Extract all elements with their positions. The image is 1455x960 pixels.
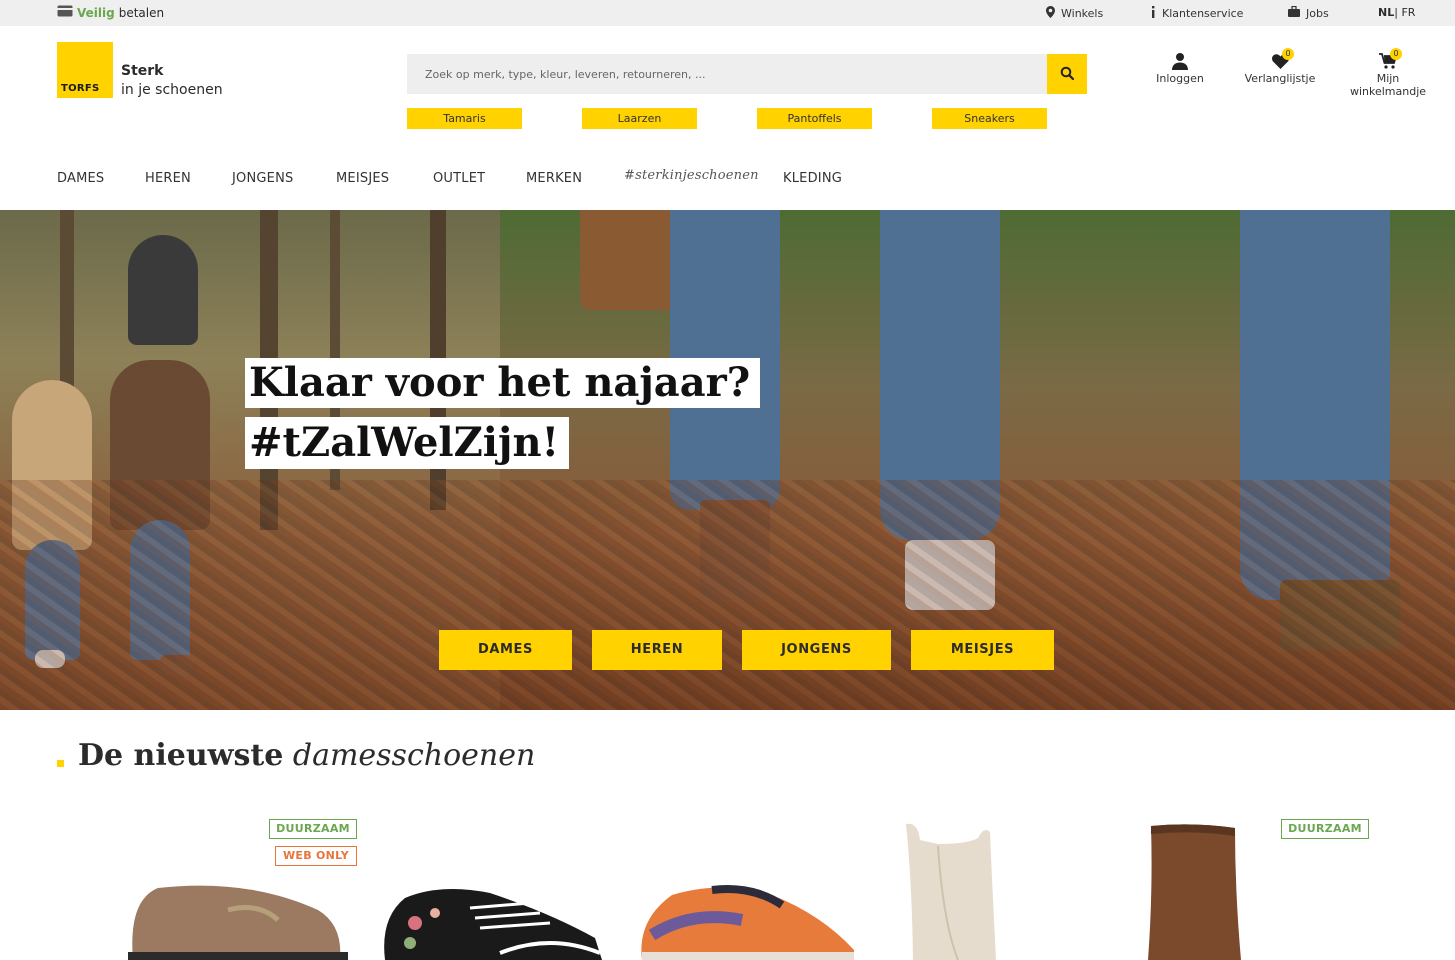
secure-payment-notice: Veilig betalen xyxy=(57,5,164,20)
customer-service-link[interactable]: Klantenservice xyxy=(1150,6,1243,21)
nav-item-kleding[interactable]: KLEDING xyxy=(783,171,842,186)
quick-link-tamaris[interactable]: Tamaris xyxy=(407,108,522,129)
lang-separator: | xyxy=(1394,6,1398,19)
product-chelsea-boot-beige-image[interactable] xyxy=(898,822,1008,960)
secure-word: Veilig xyxy=(77,5,115,20)
search-button[interactable] xyxy=(1047,54,1087,94)
jobs-label: Jobs xyxy=(1306,6,1329,20)
nav-item-sterkinjeschoenen[interactable]: #sterkinjeschoenen xyxy=(624,168,759,183)
card-icon xyxy=(57,5,73,20)
section-title-italic: damesschoenen xyxy=(292,738,536,773)
payment-word: betalen xyxy=(118,5,165,20)
nav-item-jongens[interactable]: JONGENS xyxy=(232,171,293,186)
quick-link-laarzen[interactable]: Laarzen xyxy=(582,108,697,129)
cart-icon: 0 xyxy=(1338,48,1438,72)
section-accent-square xyxy=(57,760,64,767)
product-sneaker-floral-image[interactable] xyxy=(380,883,605,960)
stores-link[interactable]: Winkels xyxy=(1046,6,1103,21)
hero-leaves-ground xyxy=(0,480,1455,710)
product-ankle-boot-brown-image[interactable] xyxy=(1143,822,1243,960)
section-title-bold: De nieuwste xyxy=(78,738,284,773)
language-switcher: NL| FR xyxy=(1378,6,1415,19)
nav-item-meisjes[interactable]: MEISJES xyxy=(336,171,389,186)
info-icon xyxy=(1150,6,1156,21)
briefcase-icon xyxy=(1288,5,1300,20)
tagline: Sterk in je schoenen xyxy=(121,62,223,100)
hero-button-heren[interactable]: HEREN xyxy=(592,630,722,670)
section-title: De nieuwste damesschoenen xyxy=(78,738,535,773)
search-input[interactable] xyxy=(407,54,1047,94)
nav-item-outlet[interactable]: OUTLET xyxy=(433,171,485,186)
login-button[interactable]: Inloggen xyxy=(1152,50,1208,85)
badge-duurzaam: DUURZAAM xyxy=(269,819,357,839)
product-sneaker-orange-image[interactable] xyxy=(632,880,857,960)
product-loafer-image[interactable] xyxy=(128,880,358,960)
hero-button-dames[interactable]: DAMES xyxy=(439,630,572,670)
quick-link-pantoffels[interactable]: Pantoffels xyxy=(757,108,872,129)
cart-count-badge: 0 xyxy=(1390,48,1402,60)
stores-link-label: Winkels xyxy=(1061,7,1104,20)
wishlist-count-badge: 0 xyxy=(1282,48,1294,60)
hero-headline-line1: Klaar voor het najaar? xyxy=(245,358,761,408)
hero-button-meisjes[interactable]: MEISJES xyxy=(911,630,1054,670)
hero-headline-line2: #tZalWelZijn! xyxy=(245,417,570,469)
user-icon xyxy=(1152,50,1208,72)
quick-link-sneakers[interactable]: Sneakers xyxy=(932,108,1047,129)
top-utility-bar: Veilig betalen Winkels Klantenservice Jo… xyxy=(0,0,1455,26)
wishlist-label: Verlanglijstje xyxy=(1244,72,1316,85)
badge-duurzaam: DUURZAAM xyxy=(1281,819,1369,839)
wishlist-button[interactable]: 0 Verlanglijstje xyxy=(1242,48,1318,85)
cart-label: Mijn winkelmandje xyxy=(1349,72,1427,98)
lang-fr[interactable]: FR xyxy=(1401,6,1415,19)
login-label: Inloggen xyxy=(1156,72,1204,85)
jobs-link[interactable]: Jobs xyxy=(1288,5,1329,20)
map-pin-icon xyxy=(1046,6,1055,21)
torfs-logo[interactable]: TORFS xyxy=(57,42,113,98)
customer-service-label: Klantenservice xyxy=(1162,7,1244,20)
logo-text: TORFS xyxy=(61,83,100,94)
nav-item-merken[interactable]: MERKEN xyxy=(526,171,582,186)
main-navigation: DAMES HEREN JONGENS MEISJES OUTLET MERKE… xyxy=(0,168,1455,192)
nav-item-heren[interactable]: HEREN xyxy=(145,171,191,186)
search-bar xyxy=(407,54,1087,94)
hero-button-jongens[interactable]: JONGENS xyxy=(742,630,891,670)
tagline-line1: Sterk xyxy=(121,63,164,79)
cart-button[interactable]: 0 Mijn winkelmandje xyxy=(1338,48,1438,98)
hero-banner[interactable]: Klaar voor het najaar? #tZalWelZijn! DAM… xyxy=(0,210,1455,710)
lang-nl[interactable]: NL xyxy=(1378,6,1394,19)
heart-icon: 0 xyxy=(1242,48,1318,72)
tagline-line2: in je schoenen xyxy=(121,82,223,98)
badge-web-only: WEB ONLY xyxy=(275,846,357,866)
search-icon xyxy=(1060,65,1075,84)
nav-item-dames[interactable]: DAMES xyxy=(57,171,104,186)
